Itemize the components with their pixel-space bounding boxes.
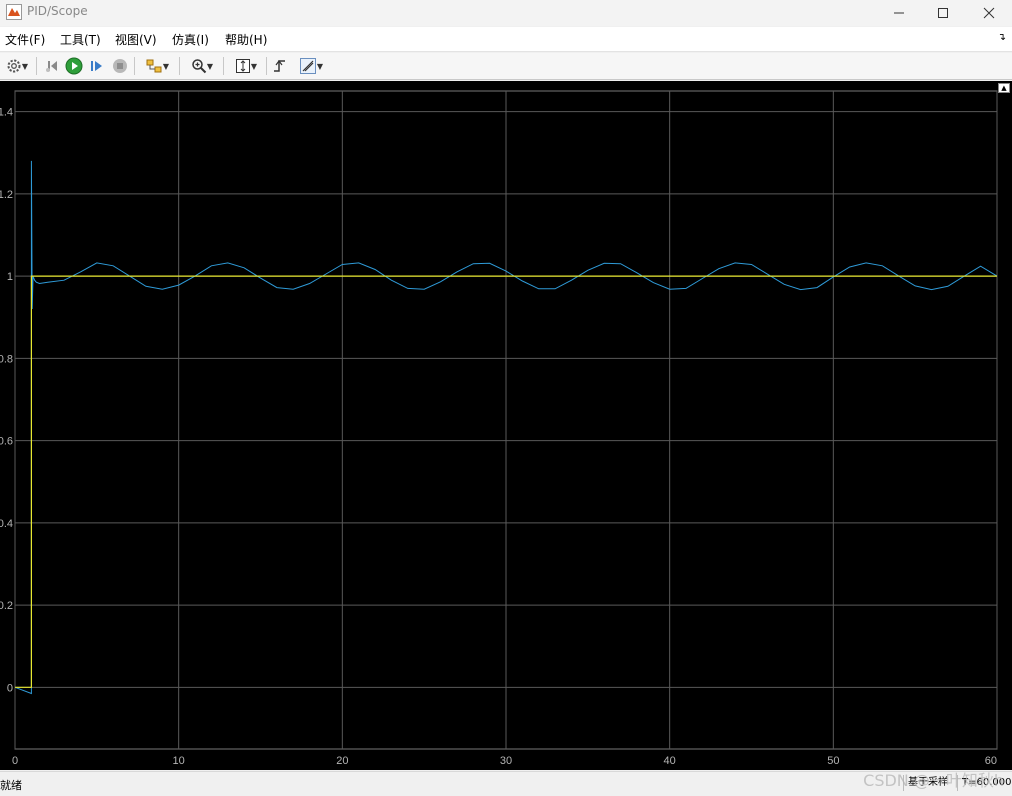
y-tick-label: 1.2 <box>0 189 13 201</box>
run-icon <box>65 57 83 75</box>
title-bar: PID/Scope <box>0 0 1012 26</box>
menu-file[interactable]: 文件(F) <box>5 31 45 48</box>
menu-tools[interactable]: 工具(T) <box>60 31 101 48</box>
toolbar-separator <box>179 57 180 75</box>
chevron-down-icon: ▼ <box>162 61 170 71</box>
measurement-icon <box>299 58 316 74</box>
toolbar-separator <box>266 57 267 75</box>
maximize-icon <box>938 8 948 18</box>
minimize-icon <box>894 12 904 14</box>
gear-icon <box>7 59 21 73</box>
restore-layout-button[interactable]: ▲ <box>998 83 1010 93</box>
stop-icon <box>113 59 127 73</box>
settings-button[interactable]: ▼ <box>2 56 32 76</box>
y-tick-label: 0.8 <box>0 353 13 365</box>
menu-bar: 文件(F) 工具(T) 视图(V) 仿真(I) 帮助(H) ↴ <box>0 27 1012 52</box>
grid <box>14 90 998 750</box>
y-tick-label: 0 <box>7 682 13 694</box>
triggers-button[interactable] <box>270 56 290 76</box>
step-forward-button[interactable] <box>87 56 107 76</box>
x-tick-label: 30 <box>500 755 512 767</box>
minimize-button[interactable] <box>876 0 922 26</box>
menu-expand-icon[interactable]: ↴ <box>998 32 1006 43</box>
matlab-icon <box>6 4 22 20</box>
x-tick-label: 40 <box>664 755 676 767</box>
step-forward-icon <box>91 61 102 71</box>
scale-axes-icon <box>235 59 250 73</box>
status-ready: 就绪 <box>0 779 22 792</box>
x-tick-label: 0 <box>12 755 18 767</box>
y-axis: 0 0.2 0.4 0.6 0.8 1 1.2 1.4 <box>0 107 13 695</box>
toolbar-separator <box>134 57 135 75</box>
x-tick-label: 10 <box>173 755 185 767</box>
menu-help[interactable]: 帮助(H) <box>225 31 267 48</box>
highlight-signal-icon <box>146 59 162 73</box>
step-back-icon <box>46 61 57 72</box>
chevron-down-icon: ▼ <box>250 61 258 71</box>
chevron-down-icon: ▼ <box>21 61 29 71</box>
scope-plot[interactable]: 0 10 20 30 40 50 60 0 0.2 0.4 0.6 0.8 1 1.2 1.4 <box>0 81 1012 770</box>
y-tick-label: 0.4 <box>0 518 13 530</box>
maximize-button[interactable] <box>920 0 966 26</box>
close-icon <box>983 7 995 19</box>
y-tick-label: 1 <box>7 271 13 283</box>
menu-view[interactable]: 视图(V) <box>115 31 157 48</box>
run-button[interactable] <box>64 56 84 76</box>
y-tick-label: 1.4 <box>0 107 13 119</box>
y-tick-label: 0.6 <box>0 436 13 448</box>
scale-axes-button[interactable]: ▼ <box>229 56 263 76</box>
highlight-signal-button[interactable]: ▼ <box>140 56 174 76</box>
toolbar-separator <box>223 57 224 75</box>
x-tick-label: 50 <box>827 755 839 767</box>
measurement-button[interactable]: ▼ <box>294 56 328 76</box>
chevron-down-icon: ▼ <box>206 61 214 71</box>
zoom-icon <box>192 59 207 74</box>
stop-button[interactable] <box>110 56 130 76</box>
x-tick-label: 60 <box>985 755 997 767</box>
zoom-button[interactable]: ▼ <box>185 56 219 76</box>
watermark: CSDN @一叶知秋h <box>863 771 1004 790</box>
scope-plot-area[interactable]: 0 10 20 30 40 50 60 0 0.2 0.4 0.6 0.8 1 1.2 1.4 <box>0 81 1012 770</box>
x-axis: 0 10 20 30 40 50 60 <box>12 755 997 767</box>
step-back-button[interactable] <box>42 56 62 76</box>
toolbar: ▼ ▼ ▼ ▼ ▼ <box>0 53 1012 80</box>
menu-simulation[interactable]: 仿真(I) <box>172 31 209 48</box>
window-title: PID/Scope <box>27 4 88 18</box>
y-tick-label: 0.2 <box>0 600 13 612</box>
triggers-icon <box>274 60 285 72</box>
close-button[interactable] <box>966 0 1012 26</box>
chevron-down-icon: ▼ <box>316 61 324 71</box>
toolbar-separator <box>36 57 37 75</box>
status-bar: 就绪 基于采样 T=60.000 <box>0 771 1012 796</box>
x-tick-label: 20 <box>336 755 348 767</box>
